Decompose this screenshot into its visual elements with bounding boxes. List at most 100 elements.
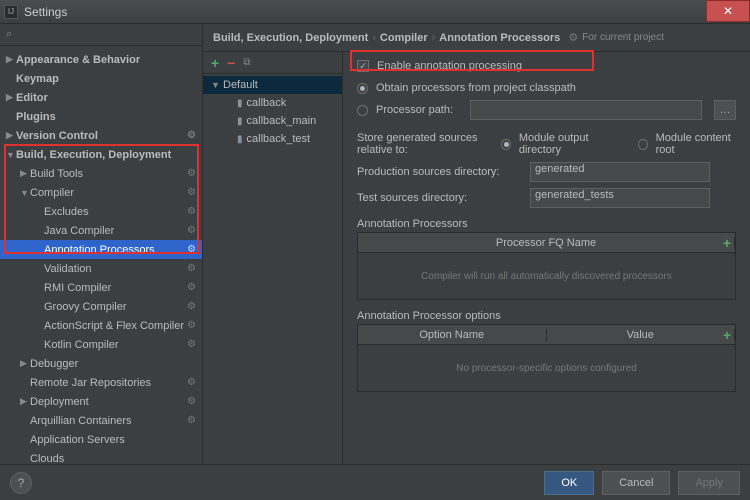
gear-icon: ⚙ xyxy=(187,339,196,350)
gear-icon: ⚙ xyxy=(187,396,196,407)
gear-icon: ⚙ xyxy=(187,206,196,217)
breadcrumb-item[interactable]: Compiler xyxy=(380,32,428,44)
sidebar-item[interactable]: Keymap xyxy=(0,69,202,88)
chevron-right-icon: › xyxy=(372,32,376,44)
copy-profile-button[interactable]: ⧉ xyxy=(243,57,250,68)
gear-icon: ⚙ xyxy=(187,244,196,255)
gear-icon: ⚙ xyxy=(187,320,196,331)
sidebar-item[interactable]: Kotlin Compiler⚙ xyxy=(0,335,202,354)
gear-icon: ⚙ xyxy=(187,130,196,141)
sidebar-item[interactable]: Application Servers xyxy=(0,430,202,449)
profile-module-item[interactable]: ▮callback_test xyxy=(203,130,342,148)
settings-tree: ▶Appearance & BehaviorKeymap▶EditorPlugi… xyxy=(0,46,202,464)
test-dir-field[interactable]: generated_tests xyxy=(530,188,710,208)
profile-item[interactable]: ▼Default xyxy=(203,76,342,94)
prod-dir-field[interactable]: generated xyxy=(530,162,710,182)
gear-icon: ⚙ xyxy=(187,377,196,388)
app-icon: IJ xyxy=(4,5,18,19)
enable-annotation-checkbox[interactable] xyxy=(357,60,369,72)
browse-button[interactable]: … xyxy=(714,100,736,120)
sidebar-item[interactable]: Groovy Compiler⚙ xyxy=(0,297,202,316)
test-dir-label: Test sources directory: xyxy=(357,192,522,204)
profiles-panel: + − ⧉ ▼Default▮callback▮callback_main▮ca… xyxy=(203,52,343,464)
table-header: Option Name xyxy=(358,329,547,341)
breadcrumb-item: Annotation Processors xyxy=(439,32,560,44)
breadcrumb: Build, Execution, Deployment › Compiler … xyxy=(203,24,750,52)
module-output-label: Module output directory xyxy=(519,132,614,156)
settings-sidebar: ⌕ ▶Appearance & BehaviorKeymap▶EditorPlu… xyxy=(0,24,203,464)
breadcrumb-item[interactable]: Build, Execution, Deployment xyxy=(213,32,368,44)
processor-path-label: Processor path: xyxy=(376,104,462,116)
processor-path-field[interactable] xyxy=(470,100,702,120)
search-bar: ⌕ xyxy=(0,24,202,46)
add-processor-button[interactable]: + xyxy=(723,235,731,251)
window-title: Settings xyxy=(24,5,67,19)
gear-icon: ⚙ xyxy=(568,31,578,44)
sidebar-item[interactable]: Arquillian Containers⚙ xyxy=(0,411,202,430)
annotation-processors-section: Annotation Processors Processor FQ Name … xyxy=(357,218,736,300)
apply-button[interactable]: Apply xyxy=(678,471,740,495)
profile-module-item[interactable]: ▮callback_main xyxy=(203,112,342,130)
search-icon: ⌕ xyxy=(6,28,12,41)
add-profile-button[interactable]: + xyxy=(211,55,219,71)
details-panel: Enable annotation processing Obtain proc… xyxy=(343,52,750,464)
folder-icon: ▮ xyxy=(237,116,243,127)
title-bar: IJ Settings xyxy=(0,0,750,24)
sidebar-item[interactable]: ▼Compiler⚙ xyxy=(0,183,202,202)
ok-button[interactable]: OK xyxy=(544,471,594,495)
folder-icon: ▮ xyxy=(237,134,243,145)
sidebar-item[interactable]: ▶Build Tools⚙ xyxy=(0,164,202,183)
scope-label: For current project xyxy=(582,32,664,43)
section-title: Annotation Processor options xyxy=(357,310,736,322)
gear-icon: ⚙ xyxy=(187,187,196,198)
table-header: Processor FQ Name xyxy=(358,237,735,249)
section-title: Annotation Processors xyxy=(357,218,736,230)
sidebar-item[interactable]: Plugins xyxy=(0,107,202,126)
gear-icon: ⚙ xyxy=(187,301,196,312)
gear-icon: ⚙ xyxy=(187,263,196,274)
gear-icon: ⚙ xyxy=(187,168,196,179)
sidebar-item[interactable]: Excludes⚙ xyxy=(0,202,202,221)
sidebar-item[interactable]: ▶Deployment⚙ xyxy=(0,392,202,411)
help-button[interactable]: ? xyxy=(10,472,32,494)
profiles-toolbar: + − ⧉ xyxy=(203,52,342,74)
sidebar-item[interactable]: ▼Build, Execution, Deployment xyxy=(0,145,202,164)
sidebar-item[interactable]: ▶Appearance & Behavior xyxy=(0,50,202,69)
search-input[interactable] xyxy=(16,29,196,41)
folder-icon: ▮ xyxy=(237,98,243,109)
gear-icon: ⚙ xyxy=(187,415,196,426)
sidebar-item[interactable]: ActionScript & Flex Compiler⚙ xyxy=(0,316,202,335)
processor-path-radio[interactable] xyxy=(357,105,368,116)
processor-options-section: Annotation Processor options Option Name… xyxy=(357,310,736,392)
sidebar-item[interactable]: Annotation Processors⚙ xyxy=(0,240,202,259)
sidebar-item[interactable]: ▶Debugger xyxy=(0,354,202,373)
gear-icon: ⚙ xyxy=(187,282,196,293)
cancel-button[interactable]: Cancel xyxy=(602,471,670,495)
prod-dir-label: Production sources directory: xyxy=(357,166,522,178)
chevron-right-icon: › xyxy=(432,32,436,44)
add-option-button[interactable]: + xyxy=(723,327,731,343)
table-header: Value xyxy=(547,329,736,341)
sidebar-item[interactable]: Remote Jar Repositories⚙ xyxy=(0,373,202,392)
profiles-list: ▼Default▮callback▮callback_main▮callback… xyxy=(203,74,342,150)
obtain-classpath-label: Obtain processors from project classpath xyxy=(376,82,576,94)
remove-profile-button[interactable]: − xyxy=(227,55,235,71)
module-content-radio[interactable] xyxy=(638,139,647,150)
module-content-label: Module content root xyxy=(656,132,736,156)
dialog-footer: ? OK Cancel Apply xyxy=(0,464,750,500)
sidebar-item[interactable]: ▶Version Control⚙ xyxy=(0,126,202,145)
module-output-radio[interactable] xyxy=(501,139,510,150)
enable-annotation-label: Enable annotation processing xyxy=(377,60,522,72)
sidebar-item[interactable]: Java Compiler⚙ xyxy=(0,221,202,240)
profile-module-item[interactable]: ▮callback xyxy=(203,94,342,112)
sidebar-item[interactable]: ▶Editor xyxy=(0,88,202,107)
sidebar-item[interactable]: Validation⚙ xyxy=(0,259,202,278)
sidebar-item[interactable]: RMI Compiler⚙ xyxy=(0,278,202,297)
relative-to-label: Store generated sources relative to: xyxy=(357,132,493,156)
table-empty-text: Compiler will run all automatically disc… xyxy=(358,253,735,299)
obtain-classpath-radio[interactable] xyxy=(357,83,368,94)
table-empty-text: No processor-specific options configured xyxy=(358,345,735,391)
sidebar-item[interactable]: Clouds xyxy=(0,449,202,464)
gear-icon: ⚙ xyxy=(187,225,196,236)
close-button[interactable] xyxy=(706,0,750,22)
